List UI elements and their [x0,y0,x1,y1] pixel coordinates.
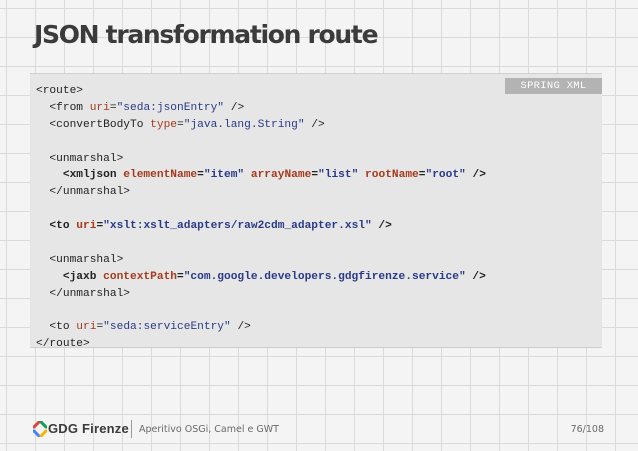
code-token: <from [36,101,90,114]
code-token: uri [89,101,110,114]
code-token: rootName [365,169,419,182]
code-token: "seda:serviceEntry" [103,321,231,334]
gdg-logo-text: GDG Firenze [48,421,129,436]
code-token: /> [224,101,245,114]
code-token: = [197,169,204,182]
code-listing: <route> <from uri="seda:jsonEntry" /> <c… [36,83,486,353]
code-token: /> [304,118,325,131]
code-token: uri [76,220,97,233]
code-line: <from uri="seda:jsonEntry" /> [36,100,486,117]
code-token: arrayName [250,169,312,182]
code-token: </unmarshal> [36,287,130,300]
code-token: elementName [123,169,198,182]
gdg-logo-icon [33,421,47,437]
code-token: = [109,101,117,114]
code-token: "java.lang.String" [183,118,305,131]
code-token: "item" [203,169,245,182]
code-token: "com.google.developers.gdgfirenze.servic… [183,270,466,283]
code-line: </unmarshal> [36,286,486,303]
code-token: "xslt:xslt_adapters/raw2cdm_adapter.xsl" [103,220,372,233]
language-tag: SPRING XML [505,78,602,94]
page-number: 76/108 [570,424,604,435]
code-token: = [177,118,184,131]
code-line: <to uri="xslt:xslt_adapters/raw2cdm_adap… [36,218,486,235]
code-token: <unmarshal> [36,152,124,165]
code-token: <to [36,321,77,334]
code-token: /> [465,169,486,182]
footer-divider [131,420,132,438]
code-token: "list" [318,169,359,182]
code-token: "root" [425,169,466,182]
code-line: <xmljson elementName="item" arrayName="l… [36,167,486,184]
code-token: contextPath [103,270,177,283]
slide-footer: GDG Firenze Aperitivo OSGi, Camel e GWT … [0,417,638,441]
code-line: </route> [36,336,486,353]
code-token: <convertBodyTo [36,118,151,131]
code-line: <jaxb contextPath="com.google.developers… [36,269,486,286]
code-token: /> [465,270,486,283]
code-token: <jaxb [36,270,104,283]
code-token: type [150,118,177,131]
code-line: <to uri="seda:serviceEntry" /> [36,319,486,336]
code-line: <convertBodyTo type="java.lang.String" /… [36,117,486,134]
code-token: <to [36,220,77,233]
code-line: <unmarshal> [36,252,486,269]
code-line: </unmarshal> [36,184,486,201]
code-token: <unmarshal> [36,253,124,266]
code-token: uri [76,321,97,334]
code-token: /> [371,220,392,233]
code-token: </route> [36,338,90,351]
code-block: SPRING XML <route> <from uri="seda:jsonE… [30,73,602,350]
slide-title: JSON transformation route [34,20,379,49]
code-token: "seda:jsonEntry" [116,101,225,114]
presentation-title: Aperitivo OSGi, Camel e GWT [139,424,279,435]
code-token: /> [230,321,251,334]
code-token: <route> [36,85,83,97]
code-token: </unmarshal> [36,186,130,199]
code-token: <xmljson [36,169,124,182]
code-line: <route> [36,83,486,100]
code-token: = [177,270,184,283]
code-line: <unmarshal> [36,151,486,168]
